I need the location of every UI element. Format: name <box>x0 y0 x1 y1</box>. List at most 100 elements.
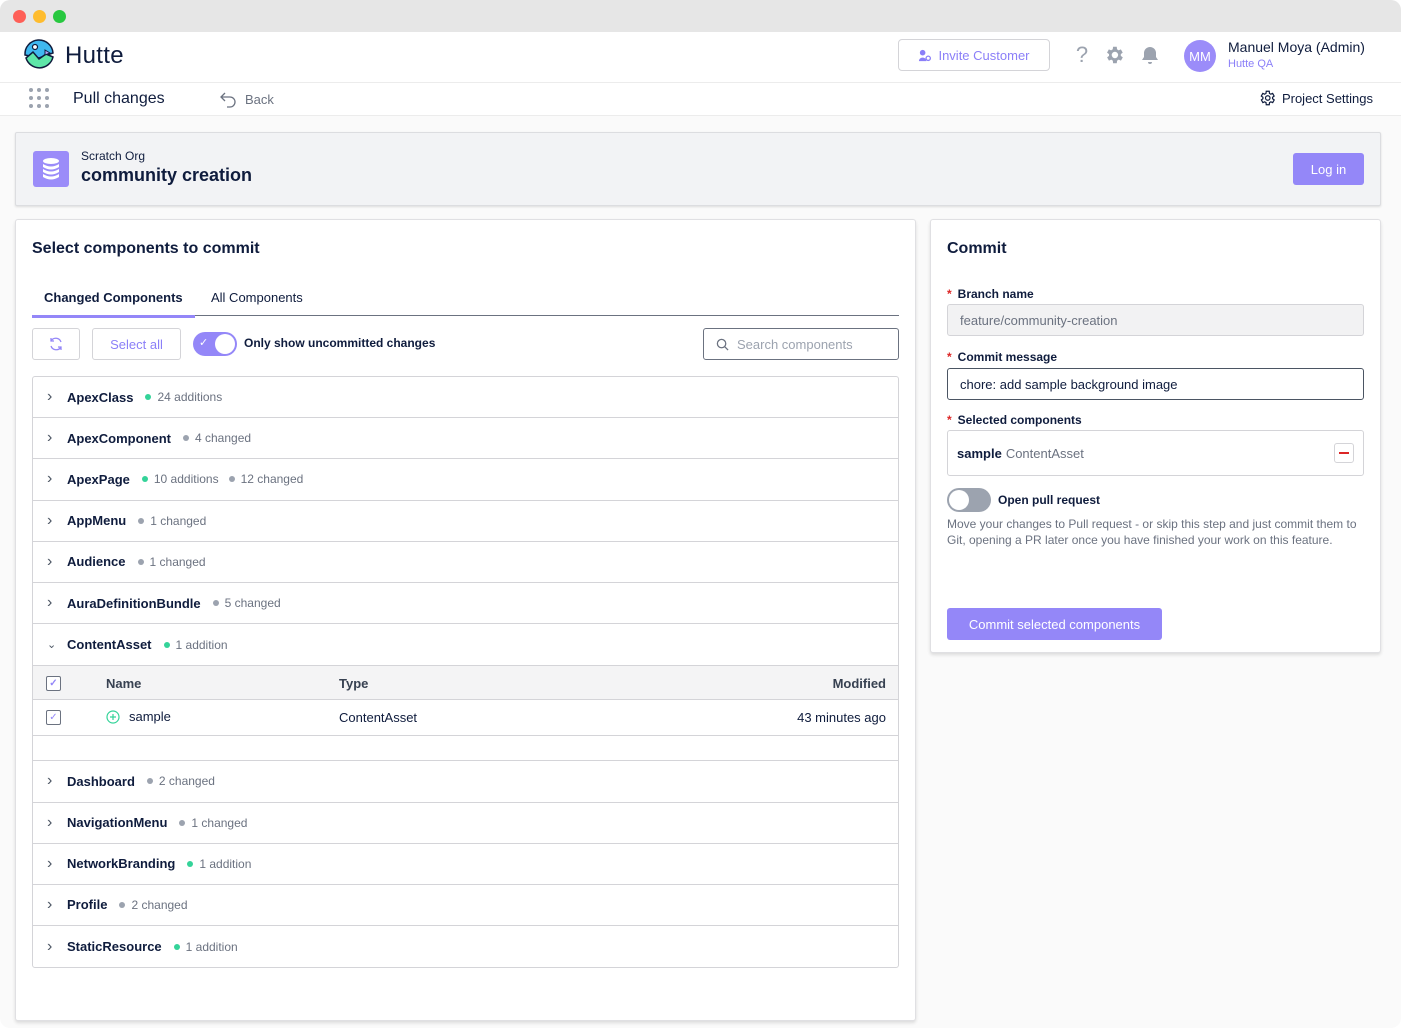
component-group-row[interactable]: › StaticResource 1 addition <box>33 926 898 967</box>
status-text: 1 changed <box>150 513 207 528</box>
select-all-rows-checkbox[interactable]: ✓ <box>46 676 61 692</box>
component-group-row[interactable]: › ApexComponent 4 changed <box>33 418 898 460</box>
changed-badge: 1 changed <box>138 514 206 528</box>
status-dot-icon <box>179 819 186 826</box>
page-toolbar: Pull changes Back Project Settings <box>0 83 1401 116</box>
component-group-list: › ApexClass 24 additions › ApexComponent 4 ch… <box>32 376 899 969</box>
user-plus-icon <box>919 49 932 61</box>
component-group-row[interactable]: › AuraDefinitionBundle 5 changed <box>33 583 898 625</box>
chevron-right-icon[interactable]: › <box>47 470 57 488</box>
chevron-right-icon[interactable]: › <box>47 772 57 790</box>
status-text: 1 addition <box>175 637 228 652</box>
log-in-button[interactable]: Log in <box>1293 153 1364 185</box>
settings-button[interactable] <box>1101 42 1127 68</box>
component-group-row[interactable]: › NetworkBranding 1 addition <box>33 844 898 885</box>
component-group-row[interactable]: › Dashboard 2 changed <box>33 761 898 803</box>
top-navbar: Hutte Invite Customer ? MM Manuel Moya (… <box>0 32 1401 83</box>
component-group-name: NetworkBranding <box>67 856 176 872</box>
changed-badge: 1 changed <box>179 816 247 830</box>
status-dot-icon <box>212 600 219 607</box>
component-group-row[interactable]: › AppMenu 1 changed <box>33 501 898 542</box>
org-type: Scratch Org <box>81 149 146 163</box>
additions-badge: 10 additions <box>141 472 219 487</box>
app-launcher-grid-icon[interactable] <box>29 88 49 108</box>
invite-customer-button[interactable]: Invite Customer <box>898 39 1050 71</box>
notifications-button[interactable] <box>1137 42 1163 68</box>
search-components-field[interactable] <box>703 328 899 360</box>
commit-panel: Commit * Branch name feature/community-cr… <box>930 219 1381 653</box>
user-org[interactable]: Hutte QA <box>1228 58 1273 70</box>
row-checkbox[interactable]: ✓ <box>46 710 61 726</box>
back-button[interactable]: Back <box>219 90 274 108</box>
refresh-button[interactable] <box>32 328 80 360</box>
branch-name-field[interactable]: feature/community-creation <box>947 304 1364 336</box>
chevron-right-icon[interactable]: › <box>47 512 57 530</box>
chevron-right-icon[interactable]: › <box>47 594 57 612</box>
project-settings-button[interactable]: Project Settings <box>1258 89 1373 107</box>
commit-selected-components-button[interactable]: Commit selected components <box>947 608 1162 640</box>
status-text: 5 changed <box>224 596 281 611</box>
org-name: community creation <box>81 165 253 185</box>
minimize-window-button[interactable] <box>33 10 46 23</box>
status-dot-icon <box>183 435 189 442</box>
component-group-row[interactable]: › NavigationMenu 1 changed <box>33 803 898 844</box>
chevron-right-icon[interactable]: › <box>47 938 57 956</box>
maximize-window-button[interactable] <box>53 10 66 23</box>
chevron-right-icon[interactable]: › <box>47 553 57 571</box>
question-mark-icon: ? <box>1075 42 1089 67</box>
hutte-logo-icon[interactable] <box>22 38 56 72</box>
status-text: 1 changed <box>149 554 206 569</box>
chevron-right-icon[interactable]: › <box>47 855 57 873</box>
user-avatar[interactable]: MM <box>1184 40 1216 72</box>
chevron-right-icon[interactable]: › <box>47 429 57 447</box>
status-dot-icon <box>141 476 148 483</box>
commit-panel-title: Commit <box>947 240 1007 257</box>
component-group-name: NavigationMenu <box>67 815 168 831</box>
components-panel-title: Select components to commit <box>32 240 260 257</box>
component-group-row[interactable]: › ApexPage 10 additions 12 changed <box>33 459 898 501</box>
help-button[interactable]: ? <box>1069 42 1095 68</box>
app-window: Hutte Invite Customer ? MM Manuel Moya (… <box>0 0 1401 1028</box>
brand-name: Hutte <box>65 42 124 69</box>
open-pull-request-toggle[interactable] <box>947 488 991 512</box>
table-row[interactable]: ✓ sample ContentAsset 43 minutes ago <box>33 700 898 737</box>
header-type[interactable]: Type <box>339 676 368 691</box>
chevron-down-icon[interactable]: ⌄ <box>47 638 57 651</box>
addition-plus-icon <box>106 710 120 724</box>
chevron-right-icon[interactable]: › <box>47 388 57 406</box>
close-window-button[interactable] <box>13 10 26 23</box>
component-group-row[interactable]: › Profile 2 changed <box>33 885 898 927</box>
uncommitted-only-toggle[interactable]: ✓ <box>193 332 237 356</box>
changed-badge: 2 changed <box>146 774 215 789</box>
back-arrow-icon <box>220 92 236 108</box>
row-modified: 43 minutes ago <box>797 710 886 726</box>
tab-all-components[interactable]: All Components <box>199 290 315 316</box>
search-components-input[interactable] <box>737 336 877 352</box>
component-table: ✓ Name Type Modified ✓ sample ContentAsset 43 m… <box>33 665 898 762</box>
bell-icon <box>1142 47 1158 64</box>
remove-component-button[interactable] <box>1334 443 1354 463</box>
component-group-row[interactable]: › ApexClass 24 additions <box>33 377 898 419</box>
component-group-name: Profile <box>67 897 108 913</box>
status-text: 2 changed <box>131 897 188 912</box>
component-group-row[interactable]: ⌄ ContentAsset 1 addition <box>33 624 898 665</box>
header-modified[interactable]: Modified <box>833 676 886 691</box>
additions-badge: 1 addition <box>173 940 238 954</box>
component-group-row[interactable]: › Audience 1 changed <box>33 542 898 583</box>
select-all-button[interactable]: Select all <box>92 328 181 360</box>
tab-changed-components[interactable]: Changed Components <box>32 290 195 318</box>
status-text: 12 changed <box>240 472 304 487</box>
header-name[interactable]: Name <box>106 676 141 691</box>
chevron-right-icon[interactable]: › <box>47 814 57 832</box>
row-name: sample <box>129 709 171 725</box>
chevron-right-icon[interactable]: › <box>47 896 57 914</box>
status-dot-icon <box>119 901 126 908</box>
status-text: 4 changed <box>195 431 252 446</box>
commit-message-input[interactable]: chore: add sample background image <box>947 368 1364 400</box>
status-text: 2 changed <box>158 774 215 789</box>
user-name[interactable]: Manuel Moya (Admin) <box>1228 39 1365 55</box>
status-text: 10 additions <box>153 472 219 487</box>
changed-badge: 12 changed <box>228 472 304 487</box>
gear-icon <box>1107 46 1123 64</box>
component-group-name: ApexClass <box>67 389 134 405</box>
